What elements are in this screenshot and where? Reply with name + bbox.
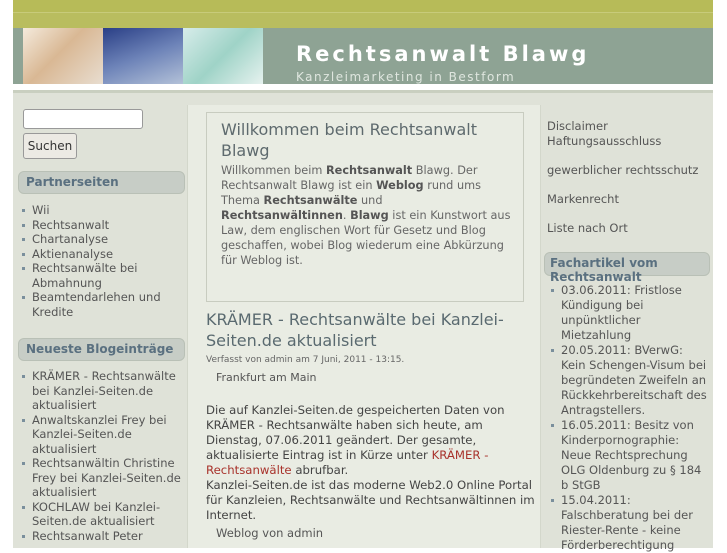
header-photo-woman xyxy=(23,28,103,84)
top-bar-stripe xyxy=(13,12,713,28)
recent-links: KRÄMER - Rechtsanwälte bei Kanzlei-Seite… xyxy=(13,369,185,543)
header-photo-businessman xyxy=(103,28,183,84)
partner-link[interactable]: Beamtendarlehen und Kredite xyxy=(13,290,185,319)
sidebar-left: Suchen Partnerseiten Wii Rechtsanwalt Ch… xyxy=(13,93,187,548)
partner-block-title: Partnerseiten xyxy=(18,171,185,194)
partner-link[interactable]: Rechtsanwalt xyxy=(13,218,185,233)
haftungsausschluss-link[interactable]: Haftungsausschluss xyxy=(547,134,661,149)
welcome-box: Willkommen beim Rechtsanwalt Blawg Willk… xyxy=(206,112,524,302)
article-link[interactable]: 15.04.2011: Falschberatung bei der Riest… xyxy=(541,493,711,553)
markenrecht-link[interactable]: Markenrecht xyxy=(547,192,619,207)
main-content: Willkommen beim Rechtsanwalt Blawg Willk… xyxy=(187,105,541,548)
gewerblicher-rechtsschutz-link[interactable]: gewerblicher rechtsschutz xyxy=(547,163,698,178)
article-link[interactable]: 03.06.2011: Fristlose Kündigung bei unpü… xyxy=(541,283,711,343)
article-link[interactable]: 20.05.2011: BVerwG: Kein Schengen-Visum … xyxy=(541,343,711,418)
partner-link[interactable]: Chartanalyse xyxy=(13,232,185,247)
partner-link[interactable]: Rechtsanwälte bei Abmahnung xyxy=(13,261,185,290)
search-input[interactable] xyxy=(23,109,143,129)
partner-links: Wii Rechtsanwalt Chartanalyse Aktienanal… xyxy=(13,203,185,319)
post-title[interactable]: KRÄMER - Rechtsanwälte bei Kanzlei-Seite… xyxy=(206,309,536,351)
page-wrapper: Suchen Partnerseiten Wii Rechtsanwalt Ch… xyxy=(13,90,713,552)
site-title[interactable]: Rechtsanwalt Blawg xyxy=(296,42,589,66)
post-location[interactable]: Frankfurt am Main xyxy=(216,371,317,384)
welcome-title: Willkommen beim Rechtsanwalt Blawg xyxy=(221,120,477,160)
recent-block-title: Neueste Blogeinträge xyxy=(18,338,185,361)
recent-link[interactable]: Anwaltskanzlei Frey bei Kanzlei-Seiten.d… xyxy=(13,413,185,457)
search-button[interactable]: Suchen xyxy=(23,133,77,159)
partner-link[interactable]: Wii xyxy=(13,203,185,218)
recent-link[interactable]: Rechtsanwältin Christine Frey bei Kanzle… xyxy=(13,456,185,500)
articles-block-title: Fachartikel vom Rechtsanwalt xyxy=(544,252,710,284)
welcome-text: Willkommen beim Rechtsanwalt Blawg. Der … xyxy=(221,164,511,267)
post-body: Die auf Kanzlei-Seiten.de gespeicherten … xyxy=(206,403,535,522)
header-photo-strip xyxy=(23,28,263,84)
author-blog-link[interactable]: Weblog von admin xyxy=(216,526,323,540)
sidebar-right: Disclaimer Haftungsausschluss gewerblich… xyxy=(541,93,713,552)
liste-nach-ort-link[interactable]: Liste nach Ort xyxy=(547,221,628,236)
recent-link[interactable]: KRÄMER - Rechtsanwälte bei Kanzlei-Seite… xyxy=(13,369,185,413)
articles-list: 03.06.2011: Fristlose Kündigung bei unpü… xyxy=(541,283,711,553)
partner-link[interactable]: Aktienanalyse xyxy=(13,247,185,262)
header-photo-abstract xyxy=(183,28,263,84)
recent-link[interactable]: KOCHLAW bei Kanzlei-Seiten.de aktualisie… xyxy=(13,500,185,529)
article-link[interactable]: 16.05.2011: Besitz von Kinderpornographi… xyxy=(541,418,711,493)
site-slogan: Kanzleimarketing in Bestform xyxy=(296,70,516,84)
post-submitted: Verfasst von admin am 7 Juni, 2011 - 13:… xyxy=(206,355,405,365)
recent-link[interactable]: Rechtsanwalt Peter xyxy=(13,529,185,544)
top-bar xyxy=(13,0,713,28)
disclaimer-link[interactable]: Disclaimer xyxy=(547,119,608,134)
site-header: Rechtsanwalt Blawg Kanzleimarketing in B… xyxy=(13,28,713,84)
